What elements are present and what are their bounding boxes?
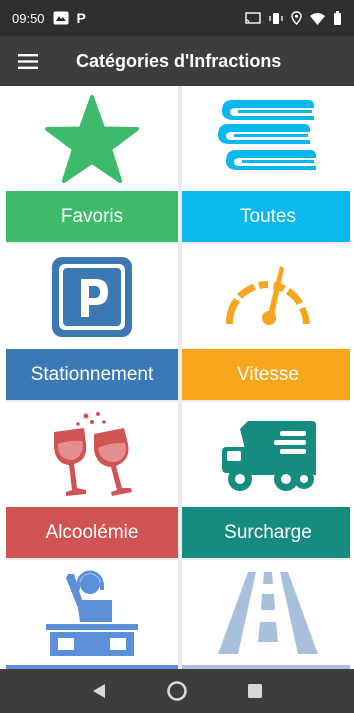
back-icon bbox=[93, 684, 105, 698]
category-card-alcoolemie[interactable]: Alcoolémie bbox=[6, 402, 178, 558]
home-icon bbox=[167, 681, 187, 701]
cast-icon bbox=[245, 11, 261, 25]
category-label: Surcharge bbox=[182, 507, 350, 558]
category-label: Favoris bbox=[6, 191, 178, 242]
category-card-vitesse[interactable]: Vitesse bbox=[182, 244, 350, 400]
speedometer-icon bbox=[225, 265, 310, 325]
category-label: Stationnement bbox=[6, 349, 178, 400]
dj-icon bbox=[46, 570, 138, 656]
category-grid: Favoris Toutes Stationnement Vitesse Alc… bbox=[6, 86, 350, 669]
category-label: Toutes bbox=[182, 191, 350, 242]
category-card-toutes[interactable]: Toutes bbox=[182, 86, 350, 242]
gallery-icon bbox=[53, 11, 69, 25]
menu-button[interactable] bbox=[0, 36, 56, 86]
vibrate-icon bbox=[269, 12, 283, 25]
status-bar: 09:50 P bbox=[0, 0, 354, 36]
status-time: 09:50 bbox=[12, 10, 45, 26]
nav-back-button[interactable] bbox=[79, 671, 119, 711]
books-icon bbox=[218, 99, 316, 170]
page-title: Catégories d'Infractions bbox=[76, 50, 282, 71]
nav-home-button[interactable] bbox=[157, 671, 197, 711]
grid-divider bbox=[6, 400, 350, 402]
truck-icon bbox=[222, 420, 316, 491]
wifi-icon bbox=[310, 12, 325, 25]
grid-divider bbox=[6, 242, 350, 244]
category-card-surcharge[interactable]: Surcharge bbox=[182, 402, 350, 558]
battery-icon bbox=[333, 11, 342, 25]
grid-divider bbox=[6, 558, 350, 560]
category-card-road[interactable] bbox=[182, 560, 350, 669]
app-bar: Catégories d'Infractions bbox=[0, 36, 354, 86]
location-icon bbox=[291, 11, 302, 25]
road-icon bbox=[218, 571, 318, 654]
star-icon bbox=[45, 94, 139, 183]
recents-icon bbox=[248, 684, 262, 698]
category-label: Vitesse bbox=[182, 349, 350, 400]
wine-glasses-icon bbox=[54, 411, 132, 496]
nav-recents-button[interactable] bbox=[235, 671, 275, 711]
navigation-bar bbox=[0, 669, 354, 713]
category-card-favoris[interactable]: Favoris bbox=[6, 86, 178, 242]
hamburger-menu-icon bbox=[18, 53, 38, 69]
category-card-stationnement[interactable]: Stationnement bbox=[6, 244, 178, 400]
app-notification-icon: P bbox=[76, 10, 86, 26]
category-card-dj[interactable] bbox=[6, 560, 178, 669]
grid-divider bbox=[178, 86, 182, 669]
parking-icon bbox=[52, 256, 132, 337]
category-label: Alcoolémie bbox=[6, 507, 178, 558]
